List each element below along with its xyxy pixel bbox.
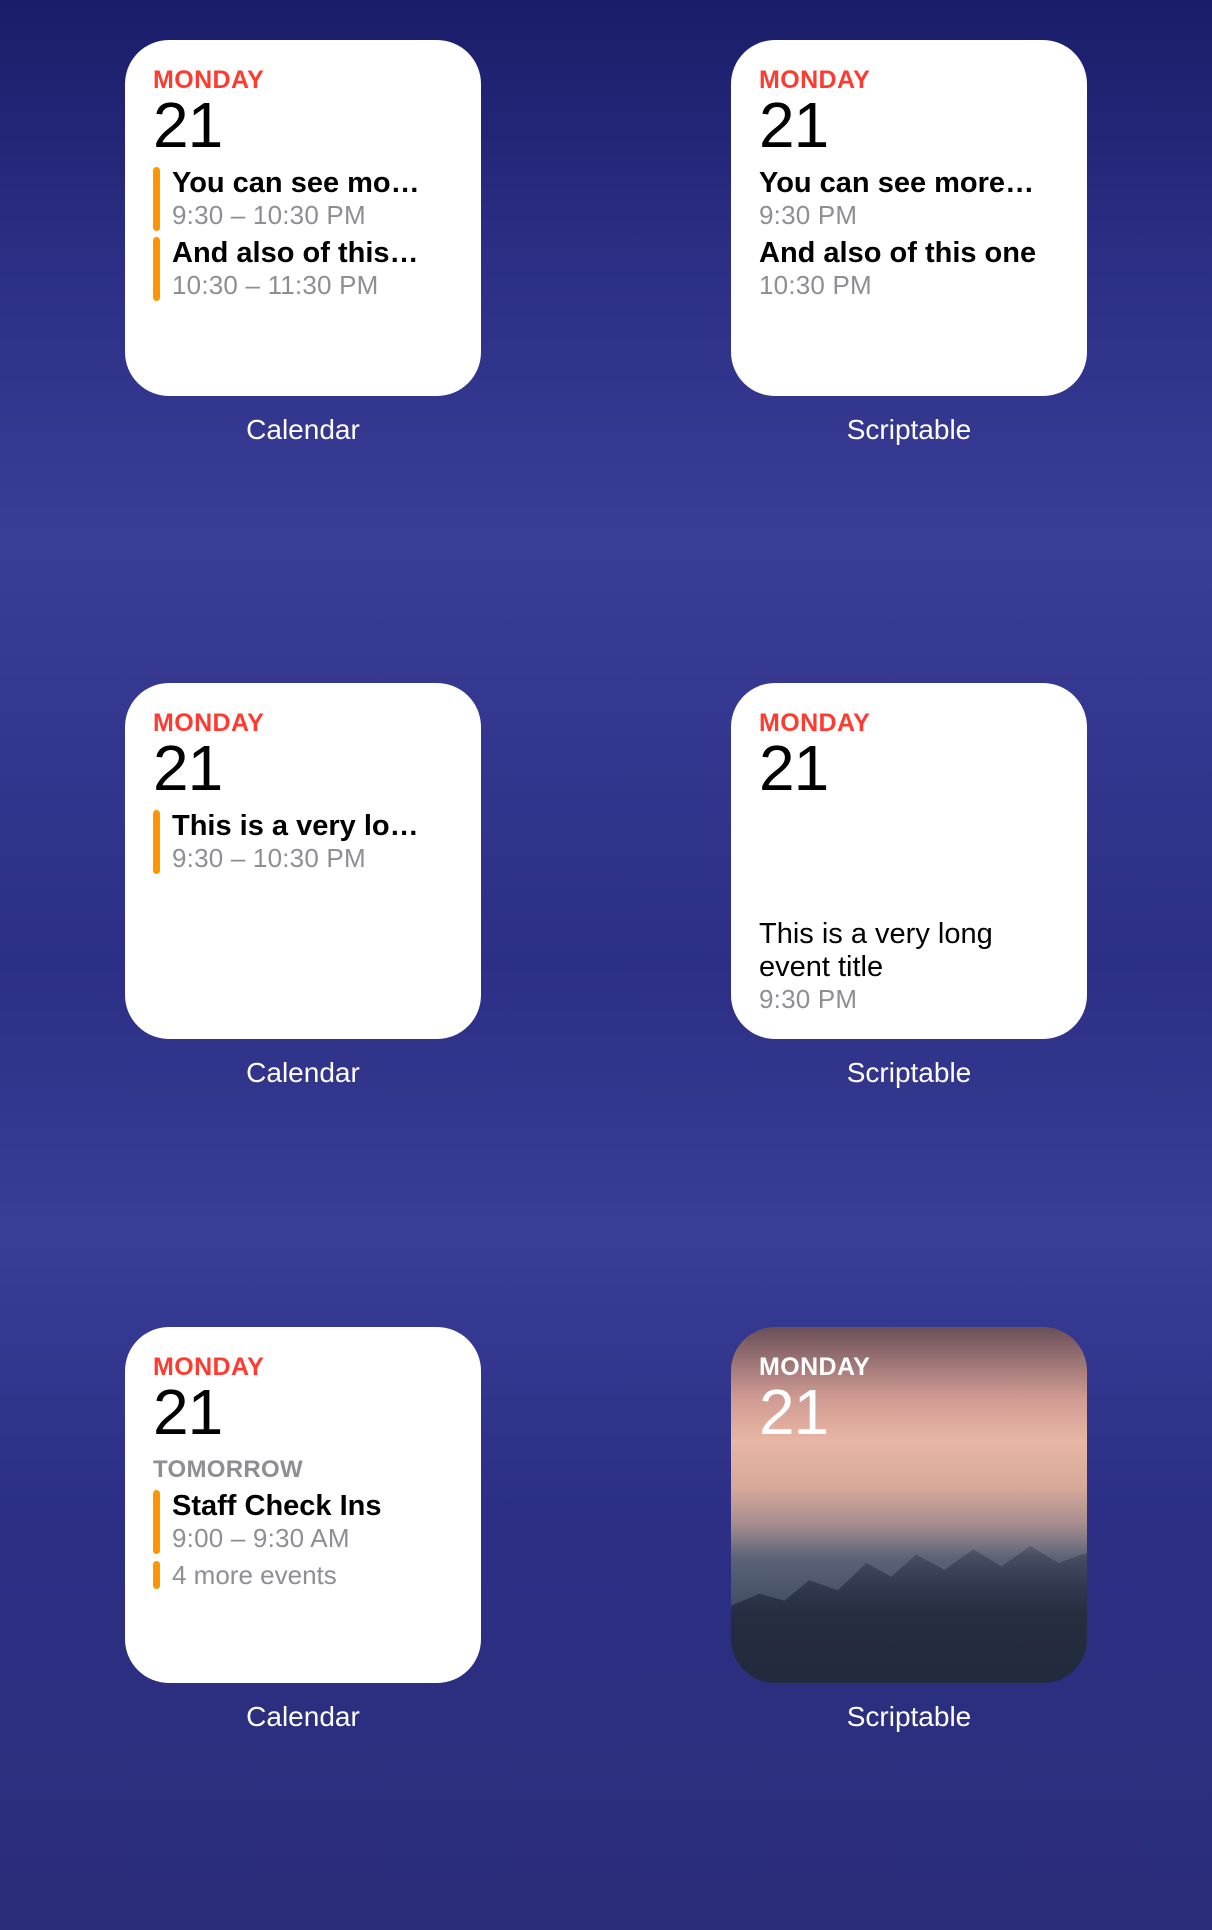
event-row: You can see mo… 9:30 – 10:30 PM	[153, 167, 453, 231]
day-number: 21	[153, 93, 453, 157]
event-color-bar	[153, 237, 160, 301]
day-number: 21	[759, 1380, 1059, 1444]
day-number: 21	[153, 1380, 453, 1444]
day-number: 21	[759, 736, 1059, 800]
event-row: Staff Check Ins 9:00 – 9:30 AM	[153, 1490, 453, 1554]
widget-caption: Calendar	[246, 1701, 360, 1733]
event-time: 9:30 PM	[759, 984, 1059, 1015]
widget-caption: Scriptable	[847, 1701, 972, 1733]
widget-caption: Calendar	[246, 1057, 360, 1089]
event-color-bar	[153, 1490, 160, 1554]
event-title: This is a very lo…	[172, 810, 419, 843]
event-title: This is a very long event title	[759, 918, 1059, 985]
event-time: 10:30 – 11:30 PM	[172, 270, 419, 301]
event-time: 9:30 PM	[759, 200, 1039, 231]
day-number: 21	[153, 736, 453, 800]
event-color-bar	[153, 1561, 160, 1589]
event-row: And also of this one 10:30 PM	[759, 237, 1059, 301]
event-title: Staff Check Ins	[172, 1490, 382, 1523]
event-row: And also of this… 10:30 – 11:30 PM	[153, 237, 453, 301]
widget-caption: Calendar	[246, 414, 360, 446]
event-row: You can see more o… 9:30 PM	[759, 167, 1059, 231]
day-number: 21	[759, 93, 1059, 157]
calendar-widget[interactable]: MONDAY 21 You can see mo… 9:30 – 10:30 P…	[125, 40, 481, 396]
event-title: You can see mo…	[172, 167, 420, 200]
scriptable-widget[interactable]: MONDAY 21 This is a very long event titl…	[731, 683, 1087, 1039]
section-label: TOMORROW	[153, 1456, 453, 1484]
widget-caption: Scriptable	[847, 1057, 972, 1089]
more-events-label: 4 more events	[172, 1560, 337, 1591]
event-row: This is a very long event title 9:30 PM	[759, 918, 1059, 1016]
event-time: 9:30 – 10:30 PM	[172, 200, 420, 231]
event-time: 10:30 PM	[759, 270, 1036, 301]
event-time: 9:30 – 10:30 PM	[172, 843, 419, 874]
more-events-row: 4 more events	[153, 1560, 453, 1591]
event-title: And also of this one	[759, 237, 1036, 270]
widget-caption: Scriptable	[847, 414, 972, 446]
event-title: You can see more o…	[759, 167, 1039, 200]
scriptable-widget[interactable]: MONDAY 21 You can see more o… 9:30 PM An…	[731, 40, 1087, 396]
event-row: This is a very lo… 9:30 – 10:30 PM	[153, 810, 453, 874]
event-color-bar	[153, 810, 160, 874]
calendar-widget[interactable]: MONDAY 21 TOMORROW Staff Check Ins 9:00 …	[125, 1327, 481, 1683]
calendar-widget[interactable]: MONDAY 21 This is a very lo… 9:30 – 10:3…	[125, 683, 481, 1039]
event-time: 9:00 – 9:30 AM	[172, 1523, 382, 1554]
event-color-bar	[153, 167, 160, 231]
event-title: And also of this…	[172, 237, 419, 270]
scriptable-widget[interactable]: MONDAY 21	[731, 1327, 1087, 1683]
